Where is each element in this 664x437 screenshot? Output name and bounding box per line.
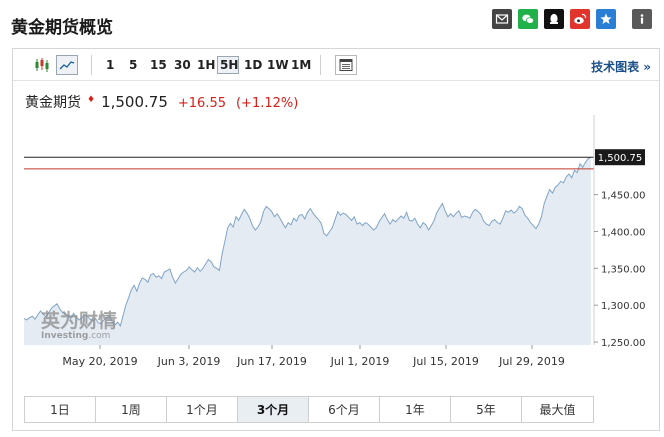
x-axis: May 20, 2019 Jun 3, 2019 Jun 17, 2019 Jul 1…	[62, 345, 565, 368]
y-tick-label: 1,450.00	[601, 191, 646, 202]
time-range-bar: 1日 1周 1个月 3个月 6个月 1年 5年 最大值	[24, 396, 594, 423]
info-button[interactable]	[632, 9, 652, 29]
range-3m[interactable]: 3个月	[238, 397, 309, 422]
mail-icon	[495, 14, 509, 24]
y-tick-label: 1,400.00	[601, 227, 646, 238]
range-6m[interactable]: 6个月	[309, 397, 380, 422]
qq-share-button[interactable]	[544, 9, 564, 29]
y-tick-label: 1,300.00	[601, 301, 646, 312]
range-1w[interactable]: 1周	[96, 397, 167, 422]
x-tick-label: Jul 15, 2019	[412, 355, 479, 368]
range-1y[interactable]: 1年	[380, 397, 451, 422]
info-icon	[640, 14, 644, 24]
last-price-badge: 1,500.75	[595, 149, 645, 166]
range-max[interactable]: 最大值	[522, 397, 593, 422]
watermark-cn: 英为财情	[41, 309, 117, 332]
x-tick-label: Jul 29, 2019	[498, 355, 565, 368]
range-5y[interactable]: 5年	[451, 397, 522, 422]
watermark-en: Investing.com	[41, 331, 110, 341]
wechat-share-button[interactable]	[518, 9, 538, 29]
qzone-share-button[interactable]	[596, 9, 616, 29]
qzone-icon	[600, 13, 612, 24]
x-tick-label: Jun 17, 2019	[236, 355, 307, 368]
y-tick-label: 1,350.00	[601, 264, 646, 275]
weibo-icon	[574, 13, 587, 24]
x-tick-label: May 20, 2019	[62, 355, 137, 368]
wechat-icon	[522, 14, 534, 24]
qq-icon	[550, 13, 558, 24]
price-chart[interactable]: 英为财情 Investing.com 1,250.00 1,300.00 1,350…	[13, 49, 661, 394]
chart-panel: 1 5 15 30 1H 5H 1D 1W 1M 技术图表 » 黄金期货 ♦ 1…	[12, 48, 660, 431]
last-price-badge-label: 1,500.75	[598, 153, 643, 164]
share-bar	[492, 9, 652, 29]
y-axis: 1,250.00 1,300.00 1,350.00 1,400.00 1,450.00	[594, 191, 646, 349]
investing-watermark: 英为财情 Investing.com	[41, 309, 117, 341]
mail-share-button[interactable]	[492, 9, 512, 29]
range-1m[interactable]: 1个月	[167, 397, 238, 422]
y-tick-label: 1,250.00	[601, 338, 646, 349]
x-tick-label: Jun 3, 2019	[157, 355, 221, 368]
range-1d[interactable]: 1日	[25, 397, 96, 422]
x-tick-label: Jul 1, 2019	[330, 355, 390, 368]
page-title: 黄金期货概览	[11, 18, 113, 38]
weibo-share-button[interactable]	[570, 9, 590, 29]
